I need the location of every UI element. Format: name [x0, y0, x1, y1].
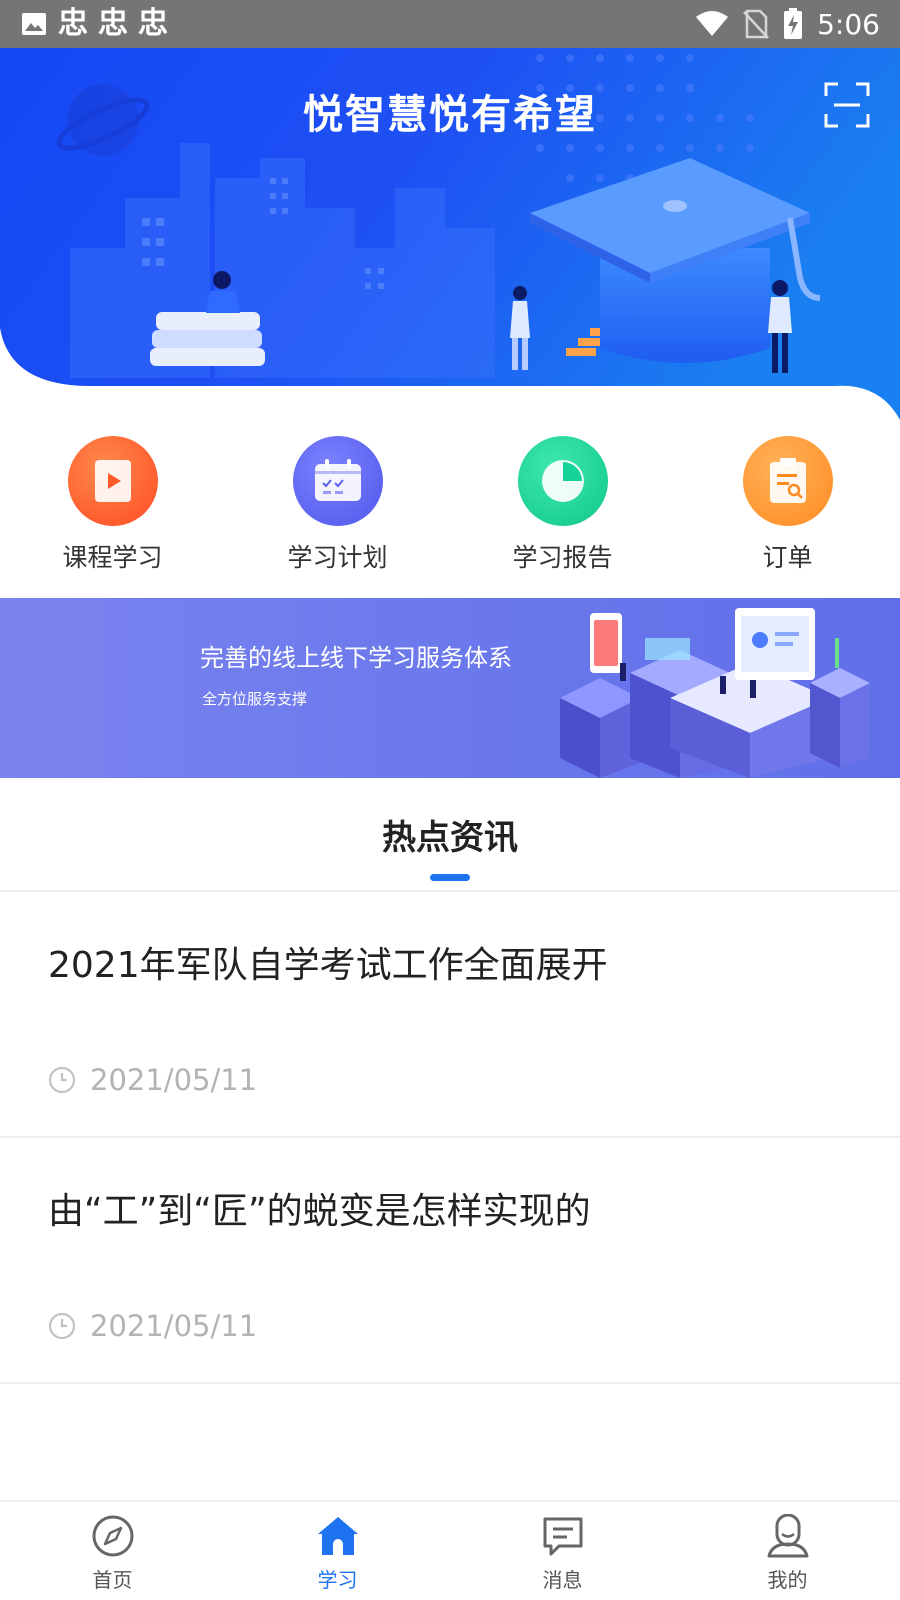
- message-icon: [543, 1517, 582, 1556]
- nav-label: 我的: [767, 1568, 808, 1592]
- app-title: 悦智慧悦有希望: [303, 92, 597, 138]
- news-item-title: 由“工”到“匠”的蜕变是怎样实现的: [48, 1191, 591, 1232]
- nav-label: 消息: [542, 1568, 583, 1592]
- home-icon: [317, 1517, 358, 1555]
- action-label: 学习计划: [287, 543, 388, 572]
- course-icon: [67, 436, 158, 526]
- news-item-meta: 2021/05/11: [48, 1060, 257, 1100]
- battery-charging-icon: [784, 8, 803, 39]
- news-item-meta: 2021/05/11: [48, 1306, 257, 1346]
- action-label: 订单: [762, 543, 813, 572]
- action-study-report[interactable]: 学习报告: [450, 436, 675, 578]
- wifi-icon: [696, 11, 729, 36]
- news-tab-indicator: [430, 874, 470, 881]
- compass-icon: [92, 1515, 133, 1557]
- action-label: 学习报告: [512, 543, 613, 572]
- pie-chart-icon: [517, 436, 608, 526]
- order-clipboard-icon: [742, 436, 833, 526]
- nav-profile[interactable]: 我的: [675, 1502, 900, 1600]
- news-section-title[interactable]: 热点资讯: [0, 810, 900, 859]
- nav-messages[interactable]: 消息: [450, 1502, 675, 1600]
- bug-icon: 忠: [58, 6, 88, 41]
- notification-area: 忠 忠 忠: [20, 6, 168, 42]
- promo-subtitle: 全方位服务支撑: [202, 690, 308, 708]
- scan-icon: [824, 82, 870, 128]
- promo-title: 完善的线上线下学习服务体系: [200, 644, 512, 672]
- news-item-date: 2021/05/11: [90, 1309, 258, 1343]
- news-item[interactable]: 由“工”到“匠”的蜕变是怎样实现的 2021/05/11: [0, 1138, 900, 1384]
- news-item[interactable]: 2021年军队自学考试工作全面展开 2021/05/11: [0, 892, 900, 1138]
- bug-icon: 忠: [98, 6, 128, 41]
- clock-icon: [48, 1066, 76, 1094]
- profile-icon: [767, 1514, 808, 1558]
- news-section-header: 热点资讯: [0, 778, 900, 892]
- promo-banner[interactable]: 完善的线上线下学习服务体系 全方位服务支撑: [0, 598, 900, 778]
- action-study-plan[interactable]: 学习计划: [225, 436, 450, 578]
- image-icon: [22, 13, 46, 35]
- nav-home[interactable]: 首页: [0, 1502, 225, 1600]
- news-item-date: 2021/05/11: [90, 1063, 258, 1097]
- action-orders[interactable]: 订单: [675, 436, 900, 578]
- bug-icon: 忠: [138, 6, 168, 41]
- action-label: 课程学习: [62, 543, 163, 572]
- bottom-navigation: 首页 学习 消息 我的: [0, 1500, 900, 1600]
- nav-study[interactable]: 学习: [225, 1502, 450, 1600]
- scan-button[interactable]: [824, 82, 870, 128]
- hero-banner: 悦智慧悦有希望: [0, 48, 900, 428]
- no-sim-icon: [743, 9, 770, 39]
- clock-icon: [48, 1312, 76, 1340]
- system-status: 5:06: [695, 6, 880, 42]
- news-item-title: 2021年军队自学考试工作全面展开: [48, 945, 608, 986]
- action-course-study[interactable]: 课程学习: [0, 436, 225, 578]
- quick-actions: 课程学习 学习计划 学习报告 订单: [0, 436, 900, 578]
- promo-illustration: [560, 608, 870, 778]
- calendar-icon: [292, 436, 383, 526]
- news-list: 2021年军队自学考试工作全面展开 2021/05/11 由“工”到“匠”的蜕变…: [0, 892, 900, 1384]
- status-bar: 忠 忠 忠 5:06: [0, 0, 900, 48]
- nav-label: 学习: [317, 1568, 358, 1592]
- nav-label: 首页: [92, 1568, 133, 1592]
- status-time: 5:06: [817, 7, 880, 41]
